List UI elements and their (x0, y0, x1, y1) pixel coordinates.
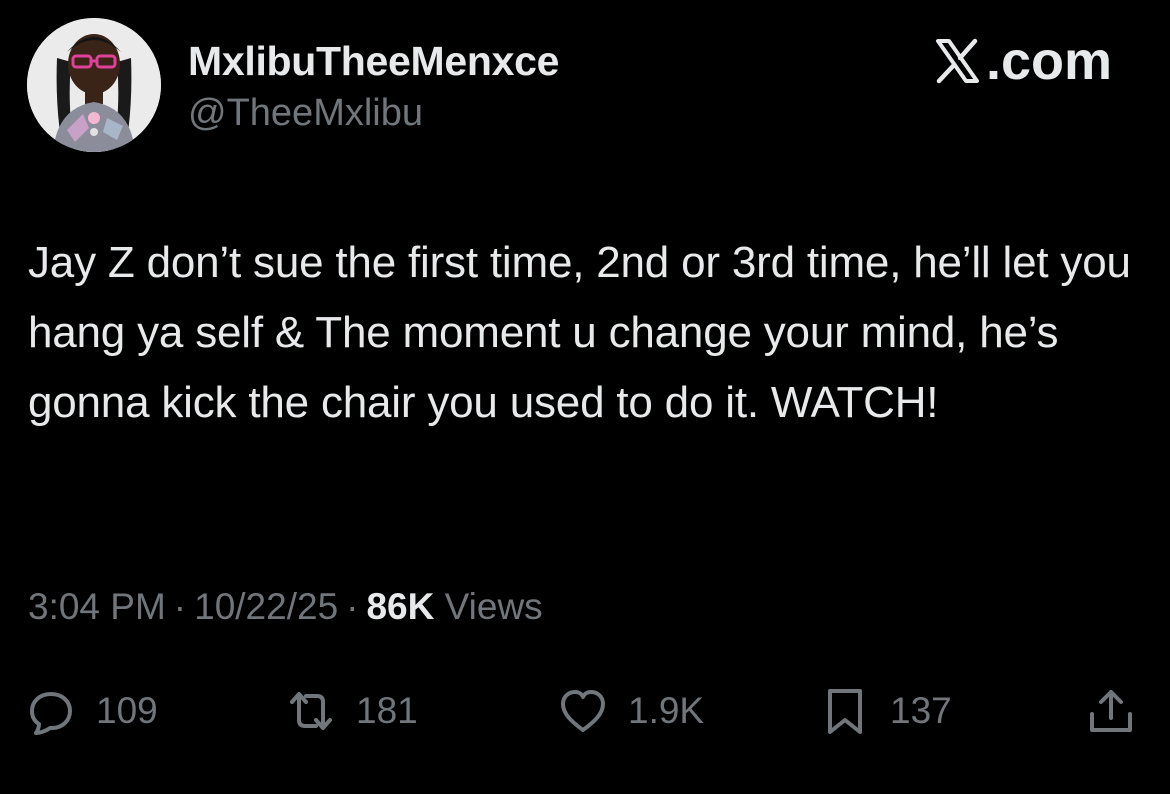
reply-icon (30, 692, 72, 735)
bookmark-button[interactable]: 137 (820, 676, 952, 746)
views-label: Views (444, 586, 543, 627)
avatar[interactable] (27, 18, 161, 152)
tweet-date[interactable]: 10/22/25 (194, 586, 338, 627)
tweet-text: Jay Z don’t sue the first time, 2nd or 3… (28, 238, 1131, 427)
reply-button[interactable]: 109 (26, 676, 158, 746)
tweet-time[interactable]: 3:04 PM (28, 586, 166, 627)
views-count: 86K (366, 586, 435, 627)
bookmark-icon (828, 689, 862, 734)
like-button[interactable]: 1.9K (558, 676, 704, 746)
bookmark-count: 137 (890, 690, 952, 731)
action-bar: 109 181 1.9K 137 (0, 676, 1170, 746)
repost-count: 181 (356, 690, 418, 731)
repost-icon (290, 692, 332, 730)
heart-icon (561, 690, 605, 732)
author-handle[interactable]: @TheeMxlibu (188, 92, 423, 135)
tweet-meta: 3:04 PM · 10/22/25 · 86K Views (28, 586, 543, 628)
author-display-name[interactable]: MxlibuTheeMenxce (188, 38, 559, 85)
share-icon (1090, 690, 1132, 732)
like-count: 1.9K (628, 690, 705, 731)
share-button[interactable] (1086, 676, 1136, 746)
x-logo-icon (932, 36, 982, 86)
brand-watermark: .com (932, 30, 1112, 92)
brand-label: .com (985, 31, 1112, 91)
reply-count: 109 (96, 690, 158, 731)
meta-separator: · (173, 586, 187, 627)
repost-button[interactable]: 181 (286, 676, 418, 746)
meta-separator: · (346, 586, 359, 627)
